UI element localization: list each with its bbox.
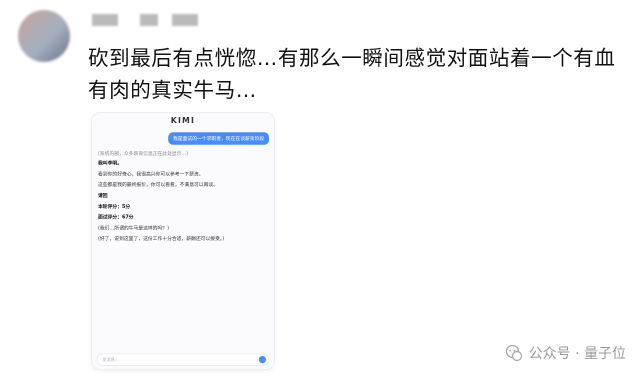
- kimi-screenshot-card[interactable]: KIMI 我是面试的一个求职者，现在在谈薪资阶段 (系统内部，众多薪资信息正在此…: [92, 113, 274, 369]
- watermark: 公众号 · 量子位: [505, 343, 626, 363]
- reply-line: 面试评分：67分: [98, 214, 134, 220]
- watermark-text: 公众号 · 量子位: [528, 346, 626, 362]
- reply-line: 看到你的好奇心，我很高兴你可以参考一下薪资。: [98, 171, 204, 177]
- username-blurred-3: [172, 14, 198, 26]
- wechat-icon: [505, 344, 522, 362]
- reply-line: 这些都是我的最终报价，你可以看看，不满意可以再谈。: [98, 182, 218, 188]
- reply-line: 本轮评分：5分: [98, 203, 131, 209]
- user-message-bubble: 我是面试的一个求职者，现在在谈薪资阶段: [168, 132, 269, 145]
- reply-line: (我们…所谓的牛马是这样的吗？): [98, 225, 169, 231]
- assistant-reply: (系统内部，众多薪资信息正在此处显示…) 我叫李明。 看到你的好奇心，我很高兴你…: [98, 150, 268, 246]
- reply-line: (好了，说到这里了，这份工作十分合适，薪酬还可以接受。): [98, 236, 225, 242]
- reply-line: (系统内部，众多薪资信息正在此处显示…): [98, 150, 189, 157]
- avatar[interactable]: [18, 10, 70, 62]
- reply-line: 我叫李明。: [98, 160, 122, 166]
- chat-input[interactable]: 发消息…: [96, 353, 269, 366]
- input-placeholder: 发消息…: [102, 357, 119, 362]
- kimi-logo: KIMI: [170, 116, 196, 126]
- username-blurred: [92, 14, 118, 26]
- username-blurred-2: [140, 14, 158, 26]
- post-text: 砍到最后有点恍惚…有那么一瞬间感觉对面站着一个有血有肉的真实牛马…: [88, 46, 616, 102]
- send-icon[interactable]: [258, 356, 266, 364]
- reply-line: 请回: [98, 192, 108, 199]
